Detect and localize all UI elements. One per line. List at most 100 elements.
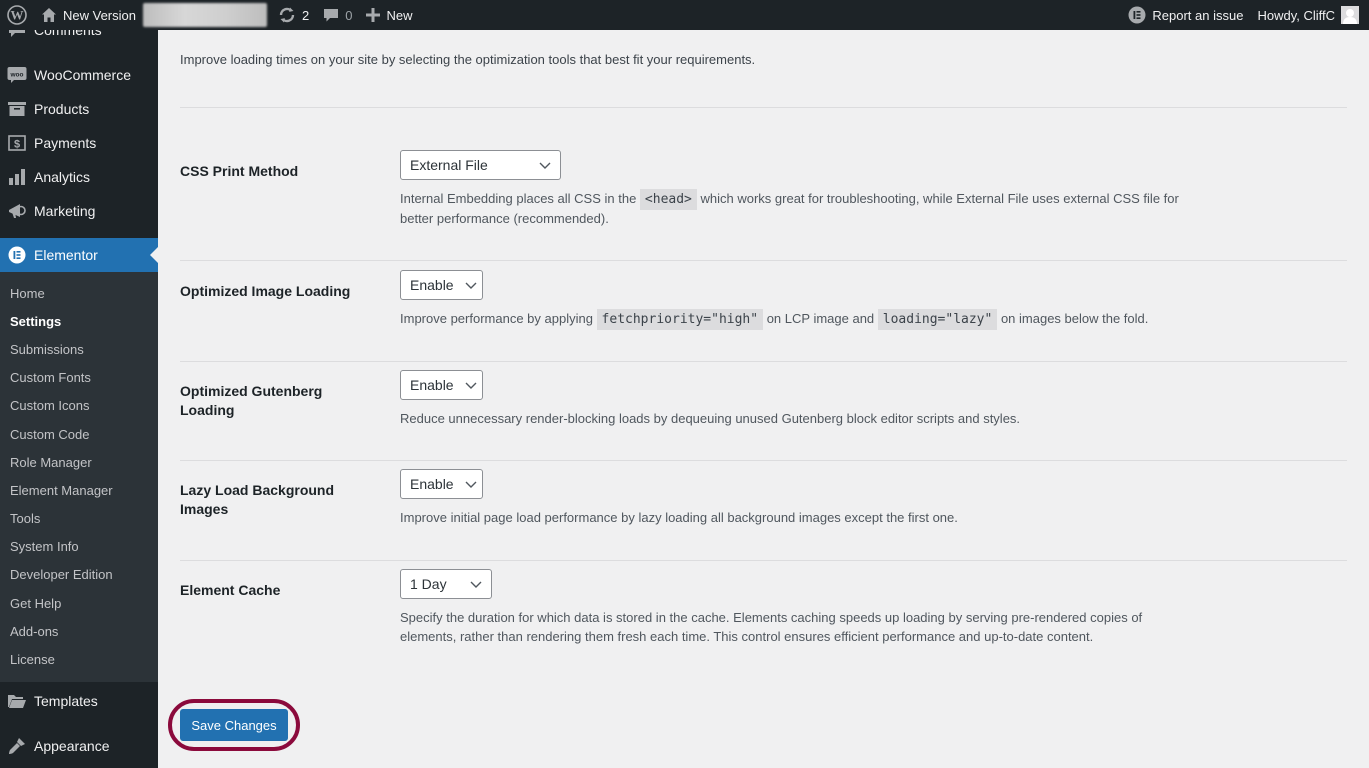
current-menu-arrow xyxy=(150,247,158,263)
svg-text:$: $ xyxy=(14,139,20,151)
desc-text: Internal Embedding places all CSS in the xyxy=(400,191,640,206)
setting-description: Improve performance by applying fetchpri… xyxy=(400,309,1300,330)
report-issue-label: Report an issue xyxy=(1152,7,1244,23)
setting-label: Optimized Gutenberg Loading xyxy=(180,383,323,418)
save-changes-button[interactable]: Save Changes xyxy=(180,709,288,741)
admin-sidebar: Comments woo WooCommerce Products $ Paym… xyxy=(0,30,158,768)
comments-icon xyxy=(7,30,27,40)
products-icon xyxy=(7,99,27,119)
select-value: Enable xyxy=(410,476,454,492)
sidebar-item-elementor[interactable]: Elementor xyxy=(0,238,158,272)
element-cache-select[interactable]: 1 Day xyxy=(400,569,492,599)
comments-link[interactable]: 0 xyxy=(316,0,359,30)
submenu-item-system-info[interactable]: System Info xyxy=(0,533,158,561)
sidebar-item-appearance[interactable]: Appearance xyxy=(0,729,158,763)
sidebar-item-label: Payments xyxy=(34,135,97,151)
site-name-link[interactable]: New Version xyxy=(34,0,143,30)
sidebar-item-woocommerce[interactable]: woo WooCommerce xyxy=(0,58,158,92)
divider xyxy=(180,460,1347,461)
sidebar-item-label: Elementor xyxy=(34,247,98,263)
sidebar-item-comments[interactable]: Comments xyxy=(0,30,158,47)
comment-bubble-icon xyxy=(323,7,339,23)
desc-text: on LCP image and xyxy=(763,311,878,326)
setting-description: Improve initial page load performance by… xyxy=(400,510,958,525)
setting-description: Reduce unnecessary render-blocking loads… xyxy=(400,411,1021,426)
svg-text:woo: woo xyxy=(10,72,24,79)
code-snippet: loading="lazy" xyxy=(877,309,998,330)
updates-icon xyxy=(278,6,296,24)
setting-label: CSS Print Method xyxy=(180,163,299,179)
section-intro: Improve loading times on your site by se… xyxy=(180,52,756,67)
sidebar-item-analytics[interactable]: Analytics xyxy=(0,160,158,194)
new-label: New xyxy=(386,7,413,23)
submenu-item-get-help[interactable]: Get Help xyxy=(0,589,158,617)
code-snippet: <head> xyxy=(639,189,697,210)
submenu-item-developer-edition[interactable]: Developer Edition xyxy=(0,561,158,589)
marketing-icon xyxy=(7,201,27,221)
submenu-item-submissions[interactable]: Submissions xyxy=(0,335,158,363)
submenu-item-settings[interactable]: Settings xyxy=(0,307,158,335)
wp-logo-menu[interactable]: W xyxy=(0,0,34,30)
submenu-item-license[interactable]: License xyxy=(0,645,158,673)
templates-icon xyxy=(7,691,27,711)
appearance-icon xyxy=(7,736,27,756)
sidebar-item-label: Templates xyxy=(34,692,98,709)
code-snippet: fetchpriority="high" xyxy=(596,309,764,330)
chevron-down-icon xyxy=(464,278,478,292)
updates-link[interactable]: 2 xyxy=(271,0,316,30)
optimized-image-loading-select[interactable]: Enable xyxy=(400,270,483,300)
sidebar-item-marketing[interactable]: Marketing xyxy=(0,194,158,228)
setting-label: Element Cache xyxy=(180,582,281,598)
report-issue-link[interactable]: Report an issue xyxy=(1121,0,1250,30)
howdy-label: Howdy, CliffC xyxy=(1257,7,1335,23)
setting-description: Internal Embedding places all CSS in the… xyxy=(400,189,1200,228)
submenu-item-add-ons[interactable]: Add-ons xyxy=(0,617,158,645)
css-print-method-select[interactable]: External File xyxy=(400,150,561,180)
divider xyxy=(180,560,1347,561)
site-name: New Version xyxy=(63,7,136,23)
submenu-item-custom-icons[interactable]: Custom Icons xyxy=(0,392,158,420)
select-value: 1 Day xyxy=(410,576,447,592)
desc-text: on images below the fold. xyxy=(997,311,1149,326)
analytics-icon xyxy=(7,167,27,187)
chevron-down-icon xyxy=(464,378,478,392)
elementor-submenu: Home Settings Submissions Custom Fonts C… xyxy=(0,272,158,682)
updates-count: 2 xyxy=(301,7,310,23)
submenu-item-element-manager[interactable]: Element Manager xyxy=(0,476,158,504)
setting-label: Optimized Image Loading xyxy=(180,283,351,299)
plus-icon xyxy=(366,8,381,22)
submenu-item-role-manager[interactable]: Role Manager xyxy=(0,448,158,476)
sidebar-item-products[interactable]: Products xyxy=(0,92,158,126)
setting-label: Lazy Load Background Images xyxy=(180,482,335,517)
woocommerce-icon: woo xyxy=(7,65,27,85)
sidebar-item-label: Marketing xyxy=(34,203,96,219)
sidebar-item-payments[interactable]: $ Payments xyxy=(0,126,158,160)
new-content-link[interactable]: New xyxy=(359,0,419,30)
optimized-gutenberg-loading-select[interactable]: Enable xyxy=(400,370,483,400)
submenu-item-tools[interactable]: Tools xyxy=(0,505,158,533)
my-account-menu[interactable]: Howdy, CliffC xyxy=(1250,0,1369,30)
sidebar-item-label: Comments xyxy=(34,30,102,38)
divider xyxy=(180,260,1347,261)
submenu-item-home[interactable]: Home xyxy=(0,279,158,307)
chevron-down-icon xyxy=(538,158,552,172)
sidebar-item-templates[interactable]: Templates xyxy=(0,684,158,718)
comments-count: 0 xyxy=(345,7,353,23)
lazy-load-background-images-select[interactable]: Enable xyxy=(400,469,483,499)
sidebar-item-label: Analytics xyxy=(34,169,91,185)
wordpress-logo-icon: W xyxy=(7,5,27,25)
payments-icon: $ xyxy=(7,133,27,153)
home-icon xyxy=(41,7,57,23)
divider xyxy=(180,361,1347,362)
select-value: Enable xyxy=(410,377,454,393)
submenu-item-custom-fonts[interactable]: Custom Fonts xyxy=(0,364,158,392)
avatar xyxy=(1341,6,1359,24)
elementor-icon xyxy=(7,245,27,265)
setting-description: Specify the duration for which data is s… xyxy=(400,610,1143,644)
sidebar-item-label: Products xyxy=(34,101,90,117)
select-value: External File xyxy=(410,157,488,173)
desc-text: Improve performance by applying xyxy=(400,311,597,326)
divider xyxy=(180,107,1347,108)
elementor-icon xyxy=(1128,6,1146,24)
submenu-item-custom-code[interactable]: Custom Code xyxy=(0,420,158,448)
